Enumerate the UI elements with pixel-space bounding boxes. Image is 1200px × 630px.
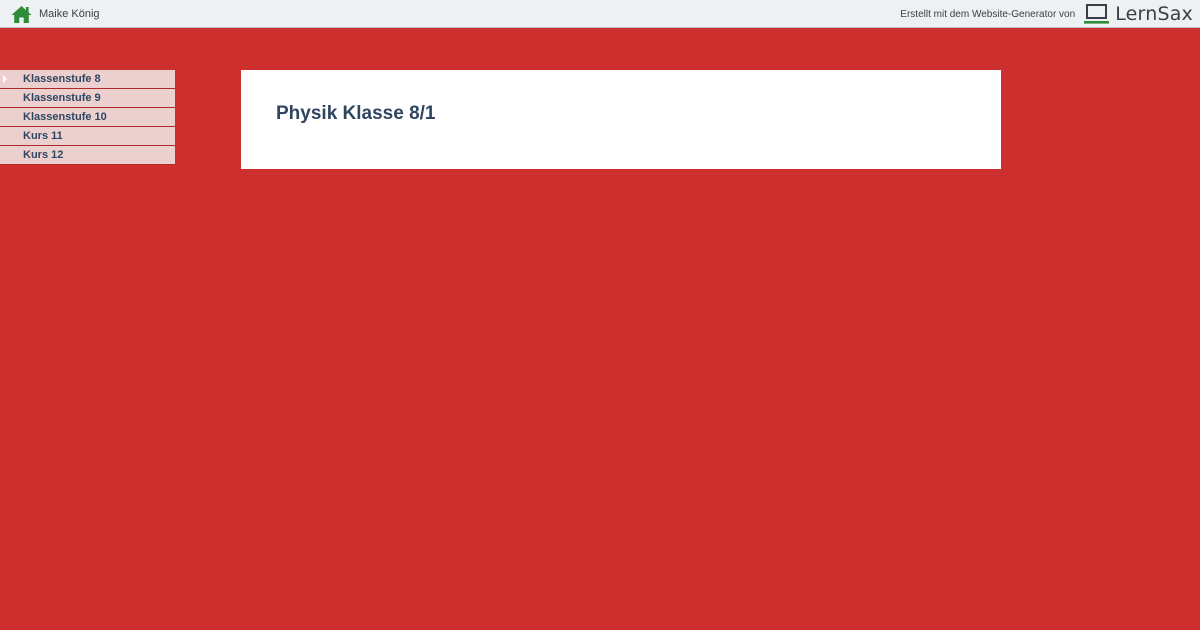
sidebar-item-kurs-12[interactable]: Kurs 12: [0, 146, 175, 165]
sidebar-item-klassenstufe-9[interactable]: Klassenstufe 9: [0, 89, 175, 108]
generator-credit: Erstellt mit dem Website-Generator von L…: [900, 2, 1193, 26]
home-icon: [11, 5, 32, 23]
page-title: Physik Klasse 8/1: [276, 103, 436, 124]
sidebar-item-klassenstufe-8[interactable]: Klassenstufe 8: [0, 70, 175, 89]
sidebar-item-label: Klassenstufe 10: [23, 111, 107, 123]
site-owner-name: Maike König: [39, 8, 100, 20]
credit-text: Erstellt mit dem Website-Generator von: [900, 8, 1076, 20]
active-marker-icon: [3, 75, 7, 83]
laptop-icon: [1084, 4, 1110, 24]
home-link[interactable]: Maike König: [11, 4, 100, 24]
sidebar-item-label: Kurs 12: [23, 149, 64, 161]
sidebar-item-kurs-11[interactable]: Kurs 11: [0, 127, 175, 146]
sidebar-item-klassenstufe-10[interactable]: Klassenstufe 10: [0, 108, 175, 127]
lernsax-logo-link[interactable]: LernSax: [1083, 3, 1193, 25]
brand-name: LernSax: [1115, 3, 1193, 25]
top-bar: Maike König Erstellt mit dem Website-Gen…: [0, 0, 1200, 28]
sidebar-item-label: Klassenstufe 9: [23, 92, 101, 104]
sidebar-item-label: Kurs 11: [23, 130, 63, 142]
sidebar-nav: Klassenstufe 8 Klassenstufe 9 Klassenstu…: [0, 70, 175, 165]
content-card: Physik Klasse 8/1: [241, 70, 1001, 169]
sidebar-item-label: Klassenstufe 8: [23, 73, 101, 85]
